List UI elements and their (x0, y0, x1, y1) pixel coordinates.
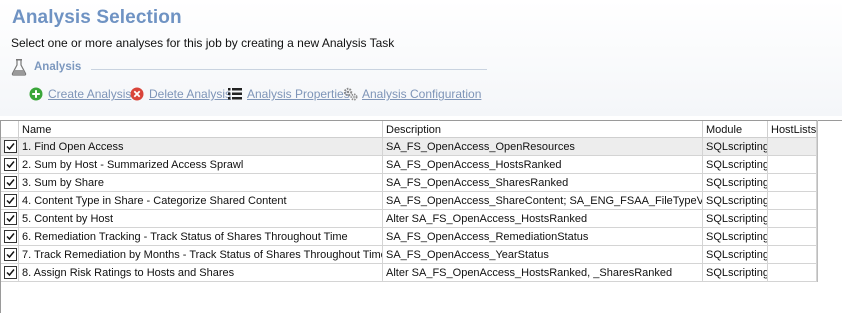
table-row[interactable]: 8. Assign Risk Ratings to Hosts and Shar… (1, 264, 817, 282)
row-module: SQLscripting (703, 192, 768, 210)
row-checkbox[interactable] (4, 140, 17, 153)
row-hostlists (768, 192, 817, 210)
analysis-configuration-label[interactable]: Analysis Configuration (362, 87, 481, 101)
row-module: SQLscripting (703, 246, 768, 264)
row-hostlists (768, 228, 817, 246)
analysis-properties-label[interactable]: Analysis Properties (247, 87, 350, 101)
row-description: SA_FS_OpenAccess_SharesRanked (383, 174, 703, 192)
create-analysis-button[interactable]: Create Analysis (29, 86, 131, 102)
delete-analysis-button[interactable]: Delete Analysis (130, 86, 231, 102)
create-analysis-label[interactable]: Create Analysis (48, 87, 131, 101)
row-name: 7. Track Remediation by Months - Track S… (19, 246, 383, 264)
row-checkbox[interactable] (4, 158, 17, 171)
analysis-configuration-button[interactable]: Analysis Configuration (343, 86, 481, 102)
row-name: 3. Sum by Share (19, 174, 383, 192)
header-panel: Analysis Selection Select one or more an… (0, 0, 842, 116)
row-module: SQLscripting (703, 138, 768, 156)
row-description: SA_FS_OpenAccess_HostsRanked (383, 156, 703, 174)
row-hostlists (768, 138, 817, 156)
row-name: 8. Assign Risk Ratings to Hosts and Shar… (19, 264, 383, 282)
row-description: SA_FS_OpenAccess_ShareContent; SA_ENG_FS… (383, 192, 703, 210)
column-header-check (1, 121, 19, 138)
row-module: SQLscripting (703, 264, 768, 282)
row-checkbox[interactable] (4, 266, 17, 279)
row-name: 5. Content by Host (19, 210, 383, 228)
row-module: SQLscripting (703, 210, 768, 228)
section-label: Analysis (34, 61, 82, 73)
plus-circle-icon (29, 87, 43, 101)
row-hostlists (768, 246, 817, 264)
row-checkbox[interactable] (4, 230, 17, 243)
table-row[interactable]: 1. Find Open Access SA_FS_OpenAccess_Ope… (1, 138, 817, 156)
row-checkbox[interactable] (4, 212, 17, 225)
table-row[interactable]: 2. Sum by Host - Summarized Access Spraw… (1, 156, 817, 174)
analysis-properties-button[interactable]: Analysis Properties (228, 86, 350, 102)
column-header-module[interactable]: Module (703, 121, 768, 138)
row-description: Alter SA_FS_OpenAccess_HostsRanked (383, 210, 703, 228)
row-module: SQLscripting (703, 228, 768, 246)
table-row[interactable]: 6. Remediation Tracking - Track Status o… (1, 228, 817, 246)
column-header-name[interactable]: Name (19, 121, 383, 138)
row-name: 6. Remediation Tracking - Track Status o… (19, 228, 383, 246)
flask-icon (11, 58, 27, 76)
row-name: 1. Find Open Access (19, 138, 383, 156)
table-row[interactable]: 3. Sum by Share SA_FS_OpenAccess_SharesR… (1, 174, 817, 192)
row-name: 4. Content Type in Share - Categorize Sh… (19, 192, 383, 210)
row-module: SQLscripting (703, 156, 768, 174)
page-subtitle: Select one or more analyses for this job… (11, 36, 395, 50)
column-header-description[interactable]: Description (383, 121, 703, 138)
list-icon (228, 87, 242, 101)
table-row[interactable]: 5. Content by Host Alter SA_FS_OpenAcces… (1, 210, 817, 228)
analysis-section-header: Analysis (11, 58, 487, 78)
table-row[interactable]: 7. Track Remediation by Months - Track S… (1, 246, 817, 264)
row-hostlists (768, 174, 817, 192)
row-description: Alter SA_FS_OpenAccess_HostsRanked, _Sha… (383, 264, 703, 282)
section-divider (91, 69, 487, 70)
page-title: Analysis Selection (12, 7, 182, 28)
gears-icon (343, 87, 358, 101)
row-checkbox[interactable] (4, 248, 17, 261)
row-description: SA_FS_OpenAccess_OpenResources (383, 138, 703, 156)
table-row[interactable]: 4. Content Type in Share - Categorize Sh… (1, 192, 817, 210)
row-checkbox[interactable] (4, 176, 17, 189)
row-name: 2. Sum by Host - Summarized Access Spraw… (19, 156, 383, 174)
delete-analysis-label[interactable]: Delete Analysis (149, 87, 231, 101)
row-module: SQLscripting (703, 174, 768, 192)
delete-circle-icon (130, 87, 144, 101)
row-hostlists (768, 210, 817, 228)
grid-right-border (817, 120, 818, 282)
row-description: SA_FS_OpenAccess_RemediationStatus (383, 228, 703, 246)
row-description: SA_FS_OpenAccess_YearStatus (383, 246, 703, 264)
column-header-hostlists[interactable]: HostLists (768, 121, 817, 138)
row-hostlists (768, 156, 817, 174)
row-checkbox[interactable] (4, 194, 17, 207)
row-hostlists (768, 264, 817, 282)
